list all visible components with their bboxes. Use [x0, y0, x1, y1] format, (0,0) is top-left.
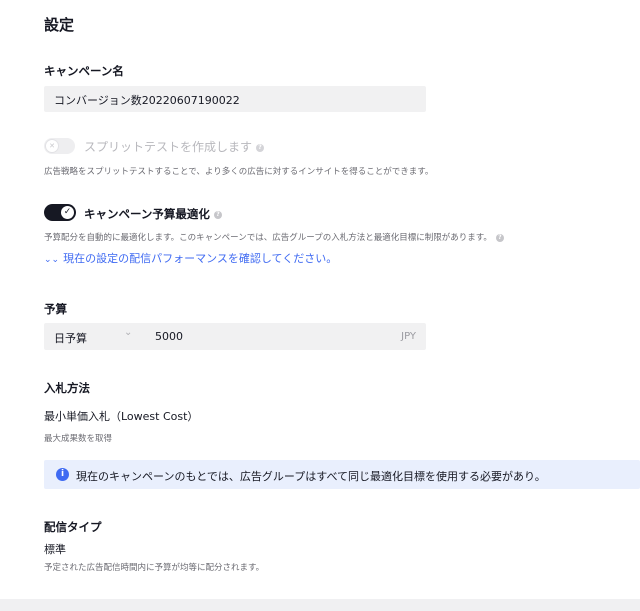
split-test-label: スプリットテストを作成します — [84, 140, 253, 154]
delivery-type-value: 標準 — [44, 543, 66, 556]
help-icon[interactable]: ? — [213, 210, 222, 219]
page-title: 設定 — [44, 16, 75, 34]
budget-type-select[interactable]: 日予算 — [54, 330, 87, 346]
help-icon[interactable]: ? — [495, 233, 504, 242]
cbo-performance-link[interactable]: ⌄⌄ 現在の設定の配信パフォーマンスを確認してください。 — [44, 250, 337, 266]
budget-label: 予算 — [44, 302, 67, 316]
delivery-type-description: 予定された広告配信時間内に予算が均等に配分されます。 — [44, 563, 265, 573]
currency-label: JPY — [401, 331, 416, 342]
campaign-name-value: コンバージョン数20220607190022 — [54, 94, 240, 107]
split-test-label-row: スプリットテストを作成します? — [84, 138, 265, 155]
campaign-name-label: キャンペーン名 — [44, 64, 124, 78]
budget-amount-value: 5000 — [155, 330, 183, 343]
cbo-label-row: キャンペーン予算最適化? — [84, 206, 222, 222]
campaign-name-input[interactable]: コンバージョン数20220607190022 — [44, 86, 426, 112]
budget-type-value: 日予算 — [54, 332, 87, 345]
delivery-type-label: 配信タイプ — [44, 520, 102, 534]
cbo-description: 予算配分を自動的に最適化します。このキャンペーンでは、広告グループの入札方法と最… — [44, 233, 492, 243]
cbo-label: キャンペーン予算最適化 — [84, 207, 210, 221]
split-test-toggle[interactable]: ✕ — [44, 138, 75, 154]
cbo-description-row: 予算配分を自動的に最適化します。このキャンペーンでは、広告グループの入札方法と最… — [44, 231, 504, 243]
info-banner: i 現在のキャンペーンのもとでは、広告グループはすべて同じ最適化目標を使用する必… — [44, 460, 640, 489]
check-icon: ✓ — [61, 206, 74, 219]
settings-panel: 設定 キャンペーン名 コンバージョン数20220607190022 ✕ スプリッ… — [0, 0, 640, 599]
info-banner-text: 現在のキャンペーンのもとでは、広告グループはすべて同じ最適化目標を使用する必要が… — [76, 470, 546, 483]
chevron-down-icon[interactable]: ⌄ — [124, 327, 132, 338]
help-icon[interactable]: ? — [256, 143, 265, 152]
budget-input-group: 日予算 ⌄ 5000 JPY — [44, 323, 426, 350]
double-chevron-down-icon: ⌄⌄ — [44, 255, 60, 265]
split-test-description: 広告戦略をスプリットテストすることで、より多くの広告に対するインサイトを得ること… — [44, 167, 434, 177]
cbo-toggle[interactable]: ✓ — [44, 204, 76, 221]
info-icon: i — [56, 468, 69, 481]
budget-amount-input[interactable]: 5000 — [155, 330, 183, 343]
toggle-off-x-icon: ✕ — [46, 140, 58, 152]
cbo-link-text: 現在の設定の配信パフォーマンスを確認してください。 — [63, 252, 338, 265]
bid-method-value: 最小単価入札（Lowest Cost） — [44, 410, 199, 423]
bid-method-label: 入札方法 — [44, 381, 90, 395]
bid-method-description: 最大成果数を取得 — [44, 434, 113, 444]
